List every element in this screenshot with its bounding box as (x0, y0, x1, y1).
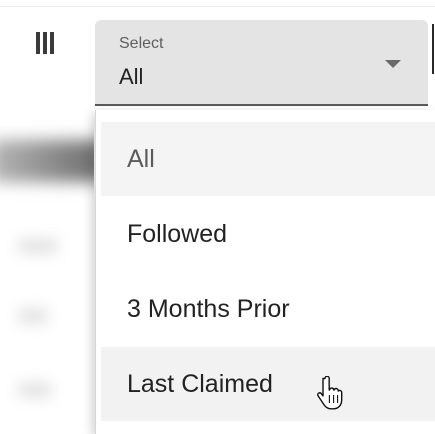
select-dropdown-menu: All Followed 3 Months Prior Last Claimed (95, 110, 435, 434)
page: Select All All Followed 3 Months Prior L… (0, 0, 435, 434)
blurred-row (18, 308, 48, 324)
blurred-background (0, 110, 94, 434)
caret-down-icon[interactable] (385, 60, 401, 68)
blurred-row (18, 382, 52, 398)
columns-icon-bar (43, 32, 47, 54)
select-value: All (119, 64, 144, 89)
edge-divider (432, 24, 434, 74)
blurred-row (18, 238, 58, 254)
columns-icon-bar (36, 32, 40, 54)
menu-item-3-months-prior[interactable]: 3 Months Prior (101, 272, 435, 346)
menu-item-last-claimed[interactable]: Last Claimed (101, 347, 435, 421)
top-divider (0, 0, 435, 7)
columns-icon[interactable] (36, 32, 54, 54)
columns-icon-bar (50, 32, 54, 54)
filter-select[interactable]: Select All (95, 20, 428, 106)
menu-item-followed[interactable]: Followed (101, 197, 435, 271)
hand-pointer-icon (317, 376, 343, 410)
select-label: Select (119, 35, 164, 52)
blurred-row-highlight (0, 140, 94, 182)
menu-item-all[interactable]: All (101, 122, 435, 196)
